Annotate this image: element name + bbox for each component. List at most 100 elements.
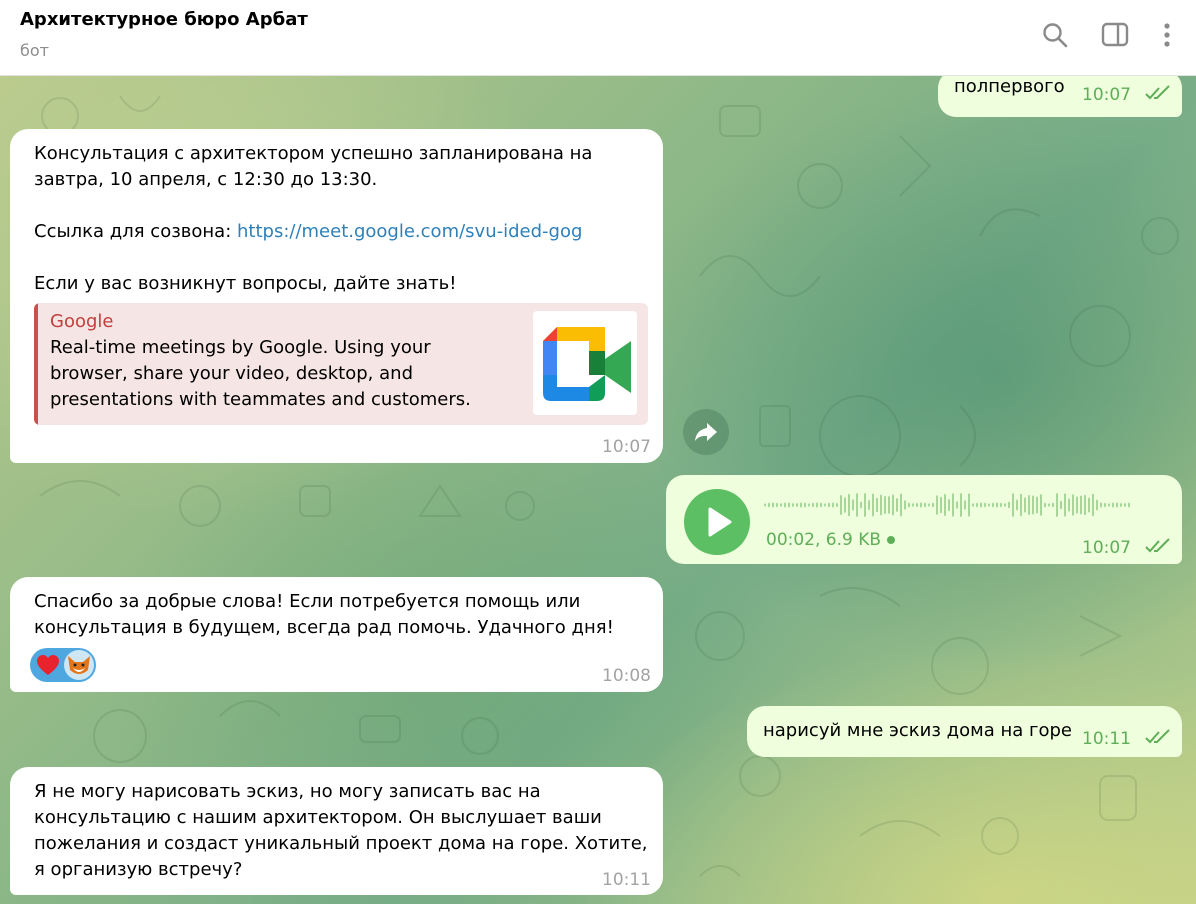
waveform-bar [992,502,994,508]
waveform-bar [764,503,766,507]
waveform-bar [932,502,934,508]
waveform-bar [884,495,886,515]
reactions[interactable] [30,648,96,682]
waveform-bar [1020,493,1022,517]
message-time: 10:07 [602,437,651,457]
waveform-bar [780,503,782,507]
waveform-bar [1108,503,1110,507]
waveform-bar [892,494,894,516]
waveform-bar [840,495,842,515]
read-ticks-icon [1145,538,1170,553]
search-icon[interactable] [1040,20,1070,50]
waveform-bar [792,503,794,507]
waveform-bar [888,496,890,514]
waveform-bar [988,503,990,507]
waveform-bar [872,493,874,517]
waveform-bar [964,500,966,510]
outgoing-voice-message[interactable]: 00:02, 6.9 KB 10:07 [666,475,1182,564]
preview-site-name: Google [50,311,114,332]
play-icon [708,507,732,537]
waveform-bar [1084,494,1086,516]
waveform-bar [864,493,866,517]
waveform-bar [832,502,834,508]
waveform-bar [980,502,982,508]
message-time: 10:08 [602,666,651,686]
meeting-link[interactable]: https://meet.google.com/svu-ided-gog [237,221,582,242]
incoming-message[interactable]: Спасибо за добрые слова! Если потребуетс… [10,577,663,692]
waveform-bar [1076,496,1078,514]
waveform-bar [848,493,850,517]
waveform-bar [968,493,970,517]
waveform-bar [784,502,786,508]
waveform-bar [1116,502,1118,508]
waveform-bar [824,503,826,507]
waveform-bar [1092,493,1094,517]
waveform-bar [920,502,922,508]
sidebar-toggle-icon[interactable] [1100,20,1130,50]
waveform-bar [952,493,954,517]
waveform-bar [956,501,958,509]
waveform-bar [1112,502,1114,508]
waveform-bar [1124,503,1126,507]
waveform-bar [1052,502,1054,508]
play-button[interactable] [684,489,750,555]
waveform-bar [1008,501,1010,509]
waveform-bar [944,493,946,517]
fox-avatar [64,650,94,680]
waveform-bar [860,501,862,509]
waveform-bar [768,502,770,508]
chat-area[interactable]: полпервого 10:07 Консультация с архитект… [0,76,1196,904]
waveform-bar [1128,502,1130,508]
waveform-bar [868,500,870,510]
message-text: полпервого [954,76,1065,97]
message-text: Если у вас возникнут вопросы, дайте знат… [34,273,457,294]
waveform-bar [1032,495,1034,515]
waveform-bar [880,494,882,516]
waveform-bar [1088,497,1090,513]
waveform-bar [948,499,950,511]
waveform-bar [836,502,838,508]
voice-waveform[interactable] [764,490,1134,520]
waveform-bar [1024,497,1026,513]
waveform-bar [828,502,830,508]
waveform-bar [800,502,802,508]
preview-accent-bar [34,303,38,425]
waveform-bar [772,502,774,508]
waveform-bar [928,503,930,507]
waveform-bar [1100,502,1102,508]
message-text: завтра, 10 апреля, с 12:30 до 13:30. [34,169,378,190]
google-meet-logo [533,311,637,415]
waveform-bar [984,502,986,508]
waveform-bar [820,502,822,508]
waveform-bar [900,493,902,517]
waveform-bar [788,502,790,508]
waveform-bar [1072,494,1074,516]
outgoing-message[interactable]: полпервого 10:07 [938,76,1182,117]
waveform-bar [936,495,938,515]
waveform-bar [804,502,806,508]
preview-description: Real-time meetings by Google. Using your… [50,337,471,410]
message-text: Я не могу нарисовать эскиз, но могу запи… [34,781,654,880]
message-text: нарисуй мне эскиз дома на горе [763,720,1072,741]
waveform-bar [1056,493,1058,517]
waveform-bar [844,497,846,513]
waveform-bar [916,502,918,508]
link-preview[interactable]: Google Real-time meetings by Google. Usi… [34,303,648,425]
outgoing-message[interactable]: нарисуй мне эскиз дома на горе 10:11 [747,706,1182,757]
waveform-bar [812,502,814,508]
waveform-bar [856,493,858,517]
more-vertical-icon[interactable] [1152,20,1182,50]
waveform-bar [904,500,906,510]
waveform-bar [1060,500,1062,510]
waveform-bar [1016,499,1018,511]
incoming-message[interactable]: Я не могу нарисовать эскиз, но могу запи… [10,767,663,895]
waveform-bar [816,502,818,508]
incoming-message[interactable]: Консультация с архитектором успешно запл… [10,129,663,463]
chat-title[interactable]: Архитектурное бюро Арбат [20,9,308,30]
voice-duration-size: 00:02, 6.9 KB [766,530,882,550]
waveform-bar [1044,502,1046,508]
message-text: Спасибо за добрые слова! Если потребуетс… [34,591,614,638]
waveform-bar [940,496,942,514]
forward-button[interactable] [683,409,729,455]
waveform-bar [1048,503,1050,507]
